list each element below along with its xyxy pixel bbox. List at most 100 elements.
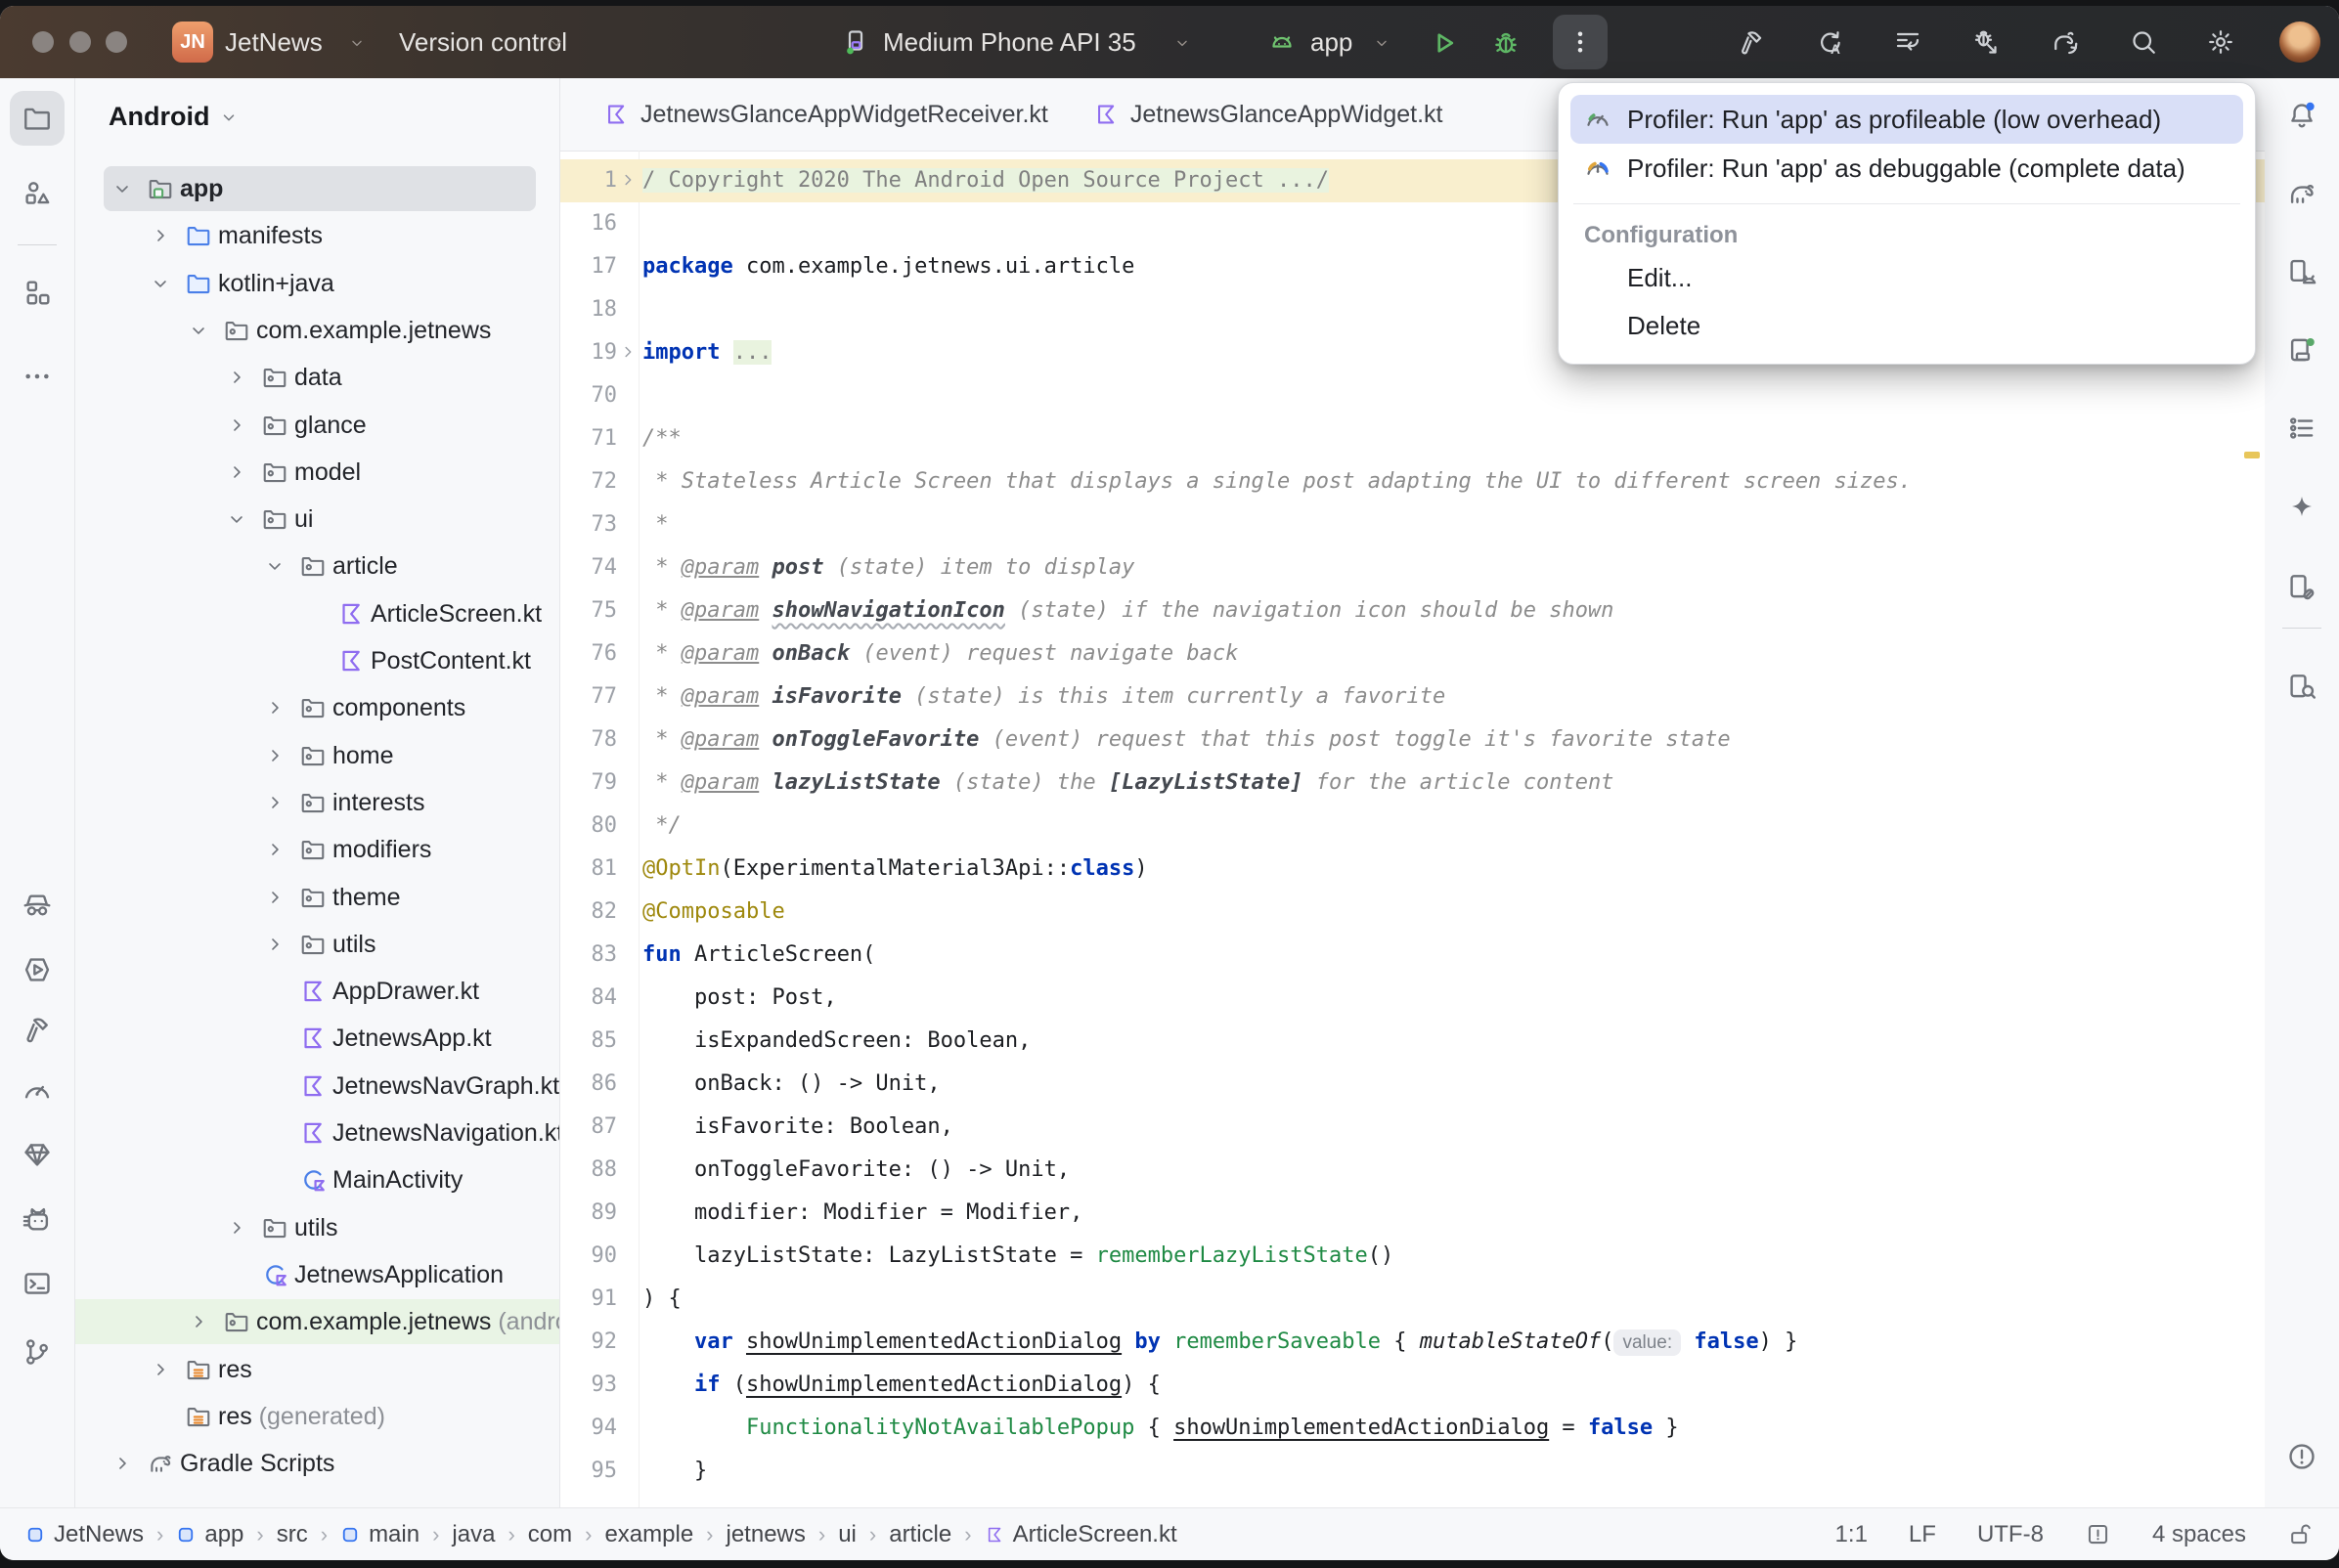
tool-window-button-project-folder[interactable]: [10, 91, 65, 146]
fold-arrow-icon[interactable]: [618, 342, 638, 362]
chevron-down-icon[interactable]: [188, 320, 209, 341]
status-widget-1-1[interactable]: 1:1: [1835, 1521, 1868, 1548]
rerun-a-icon[interactable]: A: [1816, 27, 1845, 57]
tree-row-jetnewsnavgraph-kt[interactable]: JetnewsNavGraph.kt: [75, 1064, 559, 1109]
gradle-sync-icon[interactable]: [2051, 27, 2080, 57]
tree-row-res[interactable]: res (generated): [75, 1394, 559, 1439]
code-line-88[interactable]: 88 onToggleFavorite: () -> Unit,: [560, 1149, 2265, 1192]
code-line-76[interactable]: 76 * @param onBack (event) request navig…: [560, 632, 2265, 675]
run-button[interactable]: [1428, 27, 1459, 59]
chevron-right-icon[interactable]: [226, 367, 247, 388]
attach-debugger-icon[interactable]: [1971, 27, 2001, 57]
fold-arrow-icon[interactable]: [618, 170, 638, 190]
device-selector[interactable]: Medium Phone API 35: [883, 6, 1136, 78]
chevron-right-icon[interactable]: [264, 887, 286, 908]
tree-row-utils[interactable]: utils: [75, 922, 559, 967]
code-line-82[interactable]: 82@Composable: [560, 891, 2265, 934]
code-line-86[interactable]: 86 onBack: () -> Unit,: [560, 1063, 2265, 1106]
code-line-71[interactable]: 71/**: [560, 417, 2265, 460]
minimize-window-button[interactable]: [69, 31, 91, 53]
tree-row-com-example-jetnews[interactable]: com.example.jetnews: [75, 308, 559, 353]
tool-window-button-logcat-cat[interactable]: [10, 1193, 65, 1247]
tool-window-button-incognito[interactable]: [10, 878, 65, 933]
tree-row-mainactivity[interactable]: MainActivity: [75, 1157, 559, 1202]
code-line-75[interactable]: 75 * @param showNavigationIcon (state) i…: [560, 589, 2265, 632]
code-line-84[interactable]: 84 post: Post,: [560, 977, 2265, 1020]
tree-row-appdrawer-kt[interactable]: AppDrawer.kt: [75, 969, 559, 1014]
breadcrumb-item-ui[interactable]: ui: [838, 1521, 857, 1548]
code-line-79[interactable]: 79 * @param lazyListState (state) the [L…: [560, 762, 2265, 805]
tree-row-model[interactable]: model: [75, 450, 559, 495]
status-widget-lf[interactable]: LF: [1909, 1521, 1936, 1548]
tree-row-jetnewsapplication[interactable]: JetnewsApplication: [75, 1252, 559, 1297]
popup-item-edit[interactable]: Edit...: [1613, 254, 2243, 302]
code-line-70[interactable]: 70: [560, 374, 2265, 417]
tool-window-button-gem[interactable]: [10, 1127, 65, 1182]
project-view-selector[interactable]: Android: [109, 102, 239, 132]
chevron-right-icon[interactable]: [226, 1217, 247, 1239]
code-line-94[interactable]: 94 FunctionalityNotAvailablePopup { show…: [560, 1407, 2265, 1450]
inspection-icon[interactable]: [2085, 1521, 2111, 1547]
chevron-down-icon[interactable]: [264, 555, 286, 577]
tree-row-components[interactable]: components: [75, 685, 559, 730]
code-line-73[interactable]: 73 *: [560, 503, 2265, 546]
chevron-right-icon[interactable]: [264, 697, 286, 719]
code-line-91[interactable]: 91) {: [560, 1278, 2265, 1321]
build-hammer-icon[interactable]: [1737, 27, 1766, 57]
settings-gear-icon[interactable]: [2206, 27, 2235, 57]
tool-window-button-gradle-elephant[interactable]: [2274, 166, 2329, 221]
editor-tab-1[interactable]: JetnewsGlanceAppWidget.kt: [1083, 78, 1453, 151]
tree-row-jetnewsnavigation-kt[interactable]: JetnewsNavigation.kt: [75, 1111, 559, 1155]
tree-row-modifiers[interactable]: modifiers: [75, 827, 559, 872]
run-configuration-selector[interactable]: app: [1310, 6, 1352, 78]
status-widget-4-spaces[interactable]: 4 spaces: [2152, 1521, 2246, 1548]
chevron-down-icon[interactable]: [111, 178, 133, 199]
breadcrumb-item-src[interactable]: src: [277, 1521, 308, 1548]
tree-row-utils[interactable]: utils: [75, 1205, 559, 1250]
tree-row-kotlin-java[interactable]: kotlin+java: [75, 261, 559, 306]
tree-row-jetnewsapp-kt[interactable]: JetnewsApp.kt: [75, 1016, 559, 1061]
code-line-92[interactable]: 92 var showUnimplementedActionDialog by …: [560, 1321, 2265, 1364]
chevron-right-icon[interactable]: [150, 225, 171, 246]
code-line-72[interactable]: 72 * Stateless Article Screen that displ…: [560, 460, 2265, 503]
tool-window-button-ai-spark[interactable]: [2274, 481, 2329, 536]
chevron-right-icon[interactable]: [264, 745, 286, 766]
tool-window-button-todo-list[interactable]: [2274, 401, 2329, 456]
chevron-right-icon[interactable]: [226, 461, 247, 483]
breadcrumb-item-java[interactable]: java: [452, 1521, 495, 1548]
breadcrumb-item-main[interactable]: main: [340, 1521, 419, 1548]
chevron-right-icon[interactable]: [264, 792, 286, 813]
code-line-85[interactable]: 85 isExpandedScreen: Boolean,: [560, 1020, 2265, 1063]
breadcrumb-item-example[interactable]: example: [604, 1521, 693, 1548]
tree-row-postcontent-kt[interactable]: PostContent.kt: [75, 638, 559, 683]
tool-window-button-device-explorer[interactable]: [2274, 659, 2329, 714]
code-line-80[interactable]: 80 */: [560, 805, 2265, 848]
tree-row-home[interactable]: home: [75, 733, 559, 778]
tree-row-article[interactable]: article: [75, 544, 559, 588]
breadcrumb-item-app[interactable]: app: [176, 1521, 243, 1548]
breadcrumb-item-articlescreen-kt[interactable]: ArticleScreen.kt: [985, 1521, 1177, 1548]
popup-item-profiler-1[interactable]: Profiler: Run 'app' as debuggable (compl…: [1570, 144, 2243, 193]
project-menu[interactable]: JetNews: [225, 6, 323, 78]
tool-window-button-notifications-bell[interactable]: [2274, 88, 2329, 143]
chevron-right-icon[interactable]: [264, 934, 286, 955]
tree-row-com-example-jetnews[interactable]: com.example.jetnews (androidTest): [75, 1299, 559, 1344]
tool-window-button-running-devices[interactable]: [2274, 244, 2329, 299]
chevron-down-icon[interactable]: [150, 273, 171, 294]
chevron-right-icon[interactable]: [111, 1453, 133, 1474]
tool-window-button-device-manager[interactable]: [2274, 323, 2329, 377]
tool-window-button-device-mirroring[interactable]: [2274, 559, 2329, 614]
tool-window-button-resource-manager[interactable]: [10, 166, 65, 221]
breadcrumb-item-com[interactable]: com: [528, 1521, 572, 1548]
tool-window-button-terminal[interactable]: [10, 1256, 65, 1311]
maximize-window-button[interactable]: [106, 31, 127, 53]
code-line-95[interactable]: 95 }: [560, 1450, 2265, 1493]
code-line-77[interactable]: 77 * @param isFavorite (state) is this i…: [560, 675, 2265, 719]
chevron-right-icon[interactable]: [226, 414, 247, 436]
chevron-down-icon[interactable]: [226, 508, 247, 530]
chevron-right-icon[interactable]: [150, 1359, 171, 1380]
tool-window-button-git-branch[interactable]: [10, 1325, 65, 1379]
tree-row-articlescreen-kt[interactable]: ArticleScreen.kt: [75, 591, 559, 636]
popup-item-profiler-0[interactable]: Profiler: Run 'app' as profileable (low …: [1570, 95, 2243, 144]
tool-window-button-build-hammer[interactable]: [10, 1002, 65, 1057]
